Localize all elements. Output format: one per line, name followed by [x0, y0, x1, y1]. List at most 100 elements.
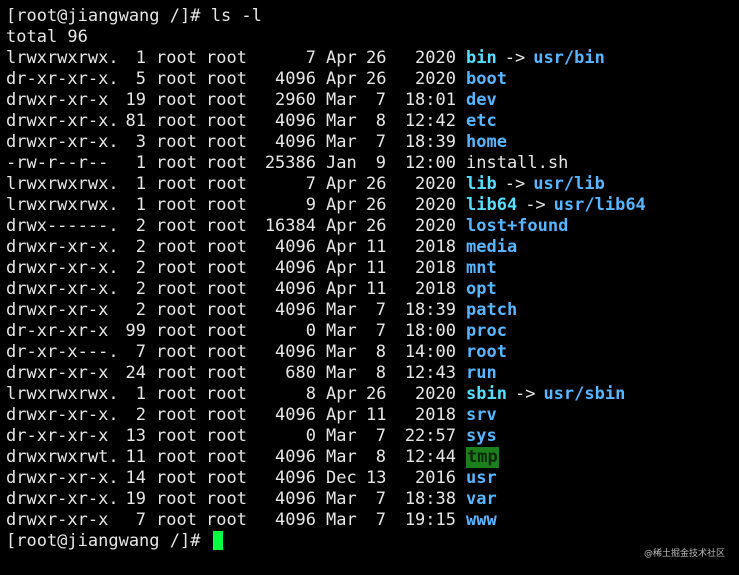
- file-mode: drwx------.: [6, 216, 119, 236]
- file-group: root: [206, 153, 247, 173]
- file-size: 7: [305, 48, 316, 68]
- file-mode: drwxr-xr-x.: [6, 279, 119, 299]
- file-name[interactable]: sys: [466, 426, 497, 447]
- mod-time: 14:00: [404, 342, 456, 362]
- file-name[interactable]: mnt: [466, 258, 497, 279]
- text-cursor[interactable]: [212, 531, 223, 550]
- link-count: 19: [125, 489, 146, 509]
- file-name[interactable]: media: [466, 237, 517, 258]
- mod-month: Mar: [326, 363, 357, 383]
- file-owner: root: [156, 216, 197, 236]
- mod-month: Apr: [326, 258, 357, 278]
- link-count: 2: [135, 405, 146, 425]
- terminal-window[interactable]: [root@jiangwang /]# ls -l total 96 lrwxr…: [0, 0, 739, 575]
- mod-month: Jan: [326, 153, 357, 173]
- file-name[interactable]: lost+found: [466, 216, 568, 237]
- file-name[interactable]: etc: [466, 111, 497, 132]
- link-count: 7: [135, 342, 146, 362]
- listing-row: drwxr-xr-x 19 root root 2960 Mar 7 18:01 dev: [6, 90, 739, 111]
- mod-month: Apr: [326, 195, 357, 215]
- mod-day: 26: [366, 195, 387, 215]
- link-count: 1: [135, 195, 146, 215]
- file-mode: dr-xr-xr-x: [6, 426, 109, 446]
- symlink-target[interactable]: usr/lib64: [554, 195, 646, 216]
- file-group: root: [206, 111, 247, 131]
- file-size: 4096: [275, 342, 316, 362]
- mod-day: 11: [366, 237, 387, 257]
- file-name[interactable]: proc: [466, 321, 507, 342]
- file-name[interactable]: srv: [466, 405, 497, 426]
- shell-prompt: [root@jiangwang /]#: [6, 6, 211, 26]
- file-size: 8: [305, 384, 316, 404]
- link-count: 99: [125, 321, 146, 341]
- symlink-target[interactable]: usr/bin: [533, 48, 605, 69]
- mod-time: 2020: [415, 195, 456, 215]
- mod-month: Apr: [326, 69, 357, 89]
- file-size: 25386: [264, 153, 316, 173]
- symlink-target[interactable]: usr/lib: [533, 174, 605, 195]
- file-owner: root: [156, 195, 197, 215]
- link-count: 2: [135, 216, 146, 236]
- mod-day: 7: [375, 132, 386, 152]
- file-name[interactable]: root: [466, 342, 507, 363]
- mod-time: 2020: [415, 174, 456, 194]
- link-count: 1: [135, 174, 146, 194]
- listing-row: drwxr-xr-x. 14 root root 4096 Dec 13 2016 usr: [6, 468, 739, 489]
- file-name[interactable]: dev: [466, 90, 497, 111]
- file-name[interactable]: patch: [466, 300, 517, 321]
- listing-row: dr-xr-xr-x. 5 root root 4096 Apr 26 2020 boot: [6, 69, 739, 90]
- file-owner: root: [156, 510, 197, 530]
- mod-month: Mar: [326, 321, 357, 341]
- file-name[interactable]: var: [466, 489, 497, 510]
- file-name[interactable]: tmp: [466, 447, 499, 468]
- file-size: 4096: [275, 468, 316, 488]
- file-size: 4096: [275, 510, 316, 530]
- mod-time: 12:43: [404, 363, 456, 383]
- listing-row: drwxr-xr-x. 2 root root 4096 Apr 11 2018 media: [6, 237, 739, 258]
- listing-row: drwxr-xr-x. 2 root root 4096 Apr 11 2018 opt: [6, 279, 739, 300]
- file-owner: root: [156, 279, 197, 299]
- file-mode: drwxr-xr-x.: [6, 132, 119, 152]
- file-mode: drwxr-xr-x: [6, 300, 109, 320]
- file-group: root: [206, 510, 247, 530]
- file-size: 4096: [275, 132, 316, 152]
- file-name[interactable]: opt: [466, 279, 497, 300]
- file-name[interactable]: install.sh: [466, 153, 568, 174]
- file-size: 4096: [275, 279, 316, 299]
- file-name[interactable]: boot: [466, 69, 507, 90]
- active-prompt-line[interactable]: [root@jiangwang /]#: [6, 531, 739, 552]
- mod-month: Apr: [326, 48, 357, 68]
- mod-time: 2018: [415, 405, 456, 425]
- symlink-arrow: ->: [525, 195, 546, 215]
- mod-month: Mar: [326, 342, 357, 362]
- mod-month: Dec: [326, 468, 357, 488]
- file-group: root: [206, 489, 247, 509]
- file-name[interactable]: lib64: [466, 195, 517, 216]
- file-size: 2960: [275, 90, 316, 110]
- file-name[interactable]: home: [466, 132, 507, 153]
- file-group: root: [206, 384, 247, 404]
- file-owner: root: [156, 363, 197, 383]
- file-group: root: [206, 447, 247, 467]
- mod-time: 2020: [415, 216, 456, 236]
- mod-day: 26: [366, 69, 387, 89]
- listing-row: drwxr-xr-x. 2 root root 4096 Apr 11 2018 mnt: [6, 258, 739, 279]
- file-mode: drwxr-xr-x.: [6, 405, 119, 425]
- file-name[interactable]: run: [466, 363, 497, 384]
- mod-day: 26: [366, 174, 387, 194]
- mod-time: 19:15: [404, 510, 456, 530]
- file-owner: root: [156, 174, 197, 194]
- file-name[interactable]: bin: [466, 48, 497, 69]
- file-mode: lrwxrwxrwx.: [6, 174, 119, 194]
- mod-month: Apr: [326, 237, 357, 257]
- file-name[interactable]: sbin: [466, 384, 507, 405]
- symlink-target[interactable]: usr/sbin: [543, 384, 625, 405]
- file-name[interactable]: lib: [466, 174, 497, 195]
- file-size: 7: [305, 174, 316, 194]
- file-name[interactable]: www: [466, 510, 497, 531]
- mod-time: 2018: [415, 258, 456, 278]
- command-line: [root@jiangwang /]# ls -l: [6, 6, 739, 27]
- file-group: root: [206, 279, 247, 299]
- file-name[interactable]: usr: [466, 468, 497, 489]
- file-group: root: [206, 258, 247, 278]
